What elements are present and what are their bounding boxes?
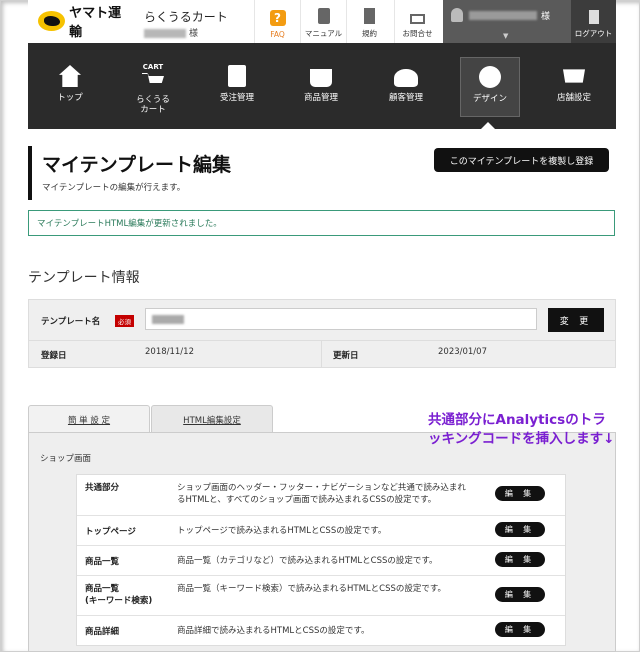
nav-item-orders[interactable]: 受注管理	[207, 57, 267, 117]
chevron-down-icon: ▼	[503, 32, 509, 40]
manual-label: マニュアル	[304, 29, 343, 38]
manual-link[interactable]: マニュアル	[300, 0, 346, 43]
logout-label: ログアウト	[574, 29, 613, 38]
faq-link[interactable]: ? FAQ	[254, 0, 300, 43]
row-description: 商品詳細で読み込まれるHTMLとCSSの設定です。	[177, 626, 370, 636]
user-suffix: 様	[189, 29, 199, 39]
table-row: 共通部分 ショップ画面のヘッダー・フッター・ナビゲーションなど共通で読み込まれる…	[77, 475, 565, 516]
row-name: 商品詳細	[85, 627, 120, 637]
row-description: 商品一覧（キーワード検索）で読み込まれるHTMLとCSSの設定です。	[177, 584, 447, 594]
title-accent-bar	[28, 146, 32, 200]
row-name: トップページ	[85, 527, 136, 537]
registered-date-value: 2018/11/12	[145, 347, 194, 357]
template-name-input[interactable]	[145, 308, 537, 330]
faq-label: FAQ	[270, 30, 285, 39]
row-description: ショップ画面のヘッダー・フッター・ナビゲーションなど共通で読み込まれるHTMLと…	[177, 483, 466, 505]
order-icon	[228, 65, 246, 87]
contact-label: お問合せ	[402, 29, 433, 38]
book-icon	[317, 8, 330, 24]
kuroneko-icon	[38, 11, 66, 31]
row-description: トップページで読み込まれるHTMLとCSSの設定です。	[177, 526, 387, 536]
update-notice: マイテンプレートHTML編集が更新されました。	[28, 210, 615, 236]
edit-button-keyword-search[interactable]: 編 集	[495, 587, 545, 602]
row-name: 共通部分	[85, 483, 120, 493]
updated-date-label: 更新日	[333, 351, 359, 361]
home-icon	[59, 65, 81, 87]
nav-label-products: 商品管理	[303, 93, 338, 103]
redacted-name	[144, 29, 186, 38]
shopping-bag-icon	[310, 69, 332, 87]
account-suffix: 様	[541, 12, 551, 22]
app-title: らくうるカート	[144, 10, 228, 24]
edit-button-common[interactable]: 編 集	[495, 486, 545, 501]
document-icon	[364, 8, 375, 24]
template-name-label: テンプレート名	[41, 317, 101, 327]
nav-label-design: デザイン	[472, 94, 507, 104]
change-button[interactable]: 変 更	[548, 308, 604, 332]
user-icon	[451, 8, 463, 22]
redacted-template-name	[152, 315, 184, 324]
required-badge: 必須	[115, 315, 134, 327]
redacted-account-name	[469, 11, 537, 20]
table-row: 商品詳細 商品詳細で読み込まれるHTMLとCSSの設定です。 編 集	[77, 616, 565, 645]
active-nav-pointer	[481, 122, 495, 129]
tab-html-edit-label: HTML編集設定	[183, 415, 241, 426]
info-divider	[321, 340, 322, 368]
contact-link[interactable]: お問合せ	[394, 0, 440, 43]
nav-label-customers: 顧客管理	[388, 93, 423, 103]
logout-icon	[588, 10, 599, 24]
edit-button-product-detail[interactable]: 編 集	[495, 622, 545, 637]
tab-simple-settings-label: 簡 単 設 定	[67, 415, 111, 426]
palette-icon	[479, 66, 501, 88]
annotation-text: 共通部分にAnalyticsのトラッキングコードを挿入します↓	[428, 412, 615, 447]
nav-item-top[interactable]: トップ	[40, 57, 100, 117]
nav-item-customers[interactable]: 顧客管理	[376, 57, 436, 117]
nav-item-design[interactable]: デザイン	[460, 57, 520, 117]
nav-item-rakuuru-cart[interactable]: CART らくうる カート	[123, 57, 183, 117]
mail-icon	[410, 14, 425, 24]
account-menu[interactable]: 様 ▼	[443, 0, 571, 43]
registered-date-label: 登録日	[41, 351, 67, 361]
shop-user-name: 様	[144, 26, 198, 39]
template-name-row: テンプレート名 必須 変 更	[29, 300, 615, 341]
question-icon: ?	[269, 10, 286, 26]
logout-button[interactable]: ログアウト	[571, 0, 616, 43]
nav-item-products[interactable]: 商品管理	[291, 57, 351, 117]
row-name: 商品一覧 (キーワード検索)	[85, 584, 153, 606]
terms-label: 規約	[362, 29, 377, 38]
section-title-template-info: テンプレート情報	[28, 270, 140, 286]
edit-button-top-page[interactable]: 編 集	[495, 522, 545, 537]
nav-label-cart: らくうる カート	[136, 95, 170, 115]
template-info-panel: テンプレート名 必須 変 更 登録日 2018/11/12 更新日 2023/0…	[28, 299, 616, 368]
tab-html-edit-settings[interactable]: HTML編集設定	[151, 405, 273, 433]
shop-screen-label: ショップ画面	[40, 454, 92, 464]
users-icon	[394, 69, 418, 87]
nav-item-store-settings[interactable]: 店舗設定	[544, 57, 604, 117]
cart-badge-label: CART	[142, 63, 164, 71]
nav-label-orders: 受注管理	[219, 93, 254, 103]
nav-label-top: トップ	[57, 93, 83, 103]
main-nav: トップ CART らくうる カート 受注管理 商品管理 顧客管理 デザイン 店舗…	[28, 43, 616, 129]
nav-label-store-settings: 店舗設定	[556, 93, 591, 103]
yamato-logo[interactable]: ヤマト運輸	[38, 6, 132, 40]
table-row: 商品一覧 商品一覧（カテゴリなど）で読み込まれるHTMLとCSSの設定です。 編…	[77, 546, 565, 576]
top-bar: ヤマト運輸 らくうるカート 様 ? FAQ マニュアル 規約 お問合せ 様 ▼ …	[28, 0, 616, 44]
duplicate-template-button[interactable]: このマイテンプレートを複製し登録	[434, 148, 609, 172]
row-description: 商品一覧（カテゴリなど）で読み込まれるHTMLとCSSの設定です。	[177, 556, 438, 566]
row-name: 商品一覧	[85, 557, 120, 567]
page-subtitle: マイテンプレートの編集が行えます。	[42, 183, 186, 193]
edit-button-product-list[interactable]: 編 集	[495, 552, 545, 567]
cart-icon	[142, 73, 164, 83]
logo-text: ヤマト運輸	[69, 6, 122, 40]
page-title: マイテンプレート編集	[42, 154, 232, 176]
table-row: 商品一覧 (キーワード検索) 商品一覧（キーワード検索）で読み込まれるHTMLと…	[77, 576, 565, 616]
shop-screen-table: 共通部分 ショップ画面のヘッダー・フッター・ナビゲーションなど共通で読み込まれる…	[76, 474, 566, 646]
updated-date-value: 2023/01/07	[438, 347, 487, 357]
terms-link[interactable]: 規約	[346, 0, 392, 43]
table-row: トップページ トップページで読み込まれるHTMLとCSSの設定です。 編 集	[77, 516, 565, 546]
tab-simple-settings[interactable]: 簡 単 設 定	[28, 405, 150, 433]
store-settings-icon	[563, 69, 585, 83]
